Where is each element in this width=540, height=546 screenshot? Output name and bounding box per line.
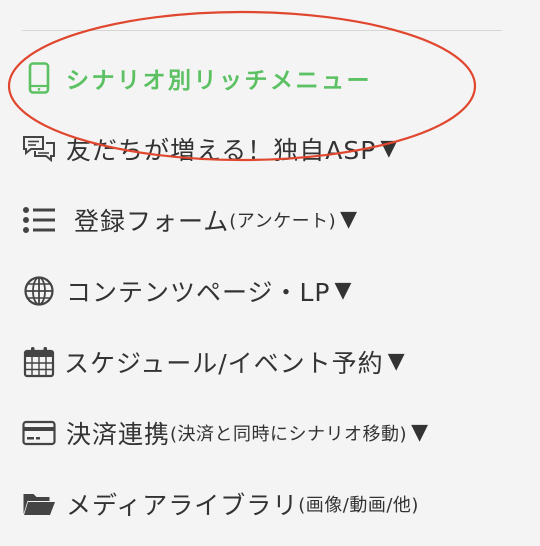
menu-item-label: 登録フォーム xyxy=(74,206,230,236)
chat-bubbles-icon xyxy=(22,132,56,166)
list-icon xyxy=(22,203,56,237)
menu-item-label: メディアライブラリ xyxy=(66,490,299,520)
menu-item-payment-integration[interactable]: 決済連携 (決済と同時にシナリオ移動) ▼ xyxy=(0,397,540,468)
menu-item-label: 友だちが増える！独自ASP xyxy=(66,135,377,165)
menu-item-label: 決済連携 xyxy=(66,419,171,449)
menu-item-unique-asp[interactable]: 友だちが増える！独自ASP ▼ xyxy=(0,113,540,184)
calendar-icon xyxy=(22,345,56,379)
folder-icon xyxy=(22,487,56,521)
menu-item-media-library[interactable]: メディアライブラリ (画像/動画/他) xyxy=(0,468,540,539)
smartphone-icon xyxy=(22,61,56,95)
menu-item-scenario-rich-menu[interactable]: シナリオ別リッチメニュー xyxy=(0,42,540,113)
expand-arrow-icon: ▼ xyxy=(411,420,428,445)
menu-item-label: コンテンツページ・LP xyxy=(66,277,331,307)
menu-item-schedule-booking[interactable]: スケジュール/イベント予約 ▼ xyxy=(0,326,540,397)
menu-item-sublabel: (決済と同時にシナリオ移動) xyxy=(170,423,408,445)
expand-arrow-icon: ▼ xyxy=(380,136,398,161)
credit-card-icon xyxy=(22,416,56,450)
menu-item-label: スケジュール/イベント予約 xyxy=(64,348,384,378)
menu-item-registration-form[interactable]: 登録フォーム (アンケート) ▼ xyxy=(0,184,540,255)
menu-item-sublabel: (画像/動画/他) xyxy=(298,494,419,516)
sidebar-menu: シナリオ別リッチメニュー 友だちが増える！独自ASP ▼ 登録フォーム (アンケ… xyxy=(0,42,540,539)
expand-arrow-icon: ▼ xyxy=(340,207,358,232)
expand-arrow-icon: ▼ xyxy=(334,278,352,303)
menu-item-label: シナリオ別リッチメニュー xyxy=(66,67,372,94)
globe-icon xyxy=(22,274,56,308)
menu-item-content-page[interactable]: コンテンツページ・LP ▼ xyxy=(0,255,540,326)
top-divider xyxy=(22,30,502,31)
menu-item-sublabel: (アンケート) xyxy=(229,210,337,232)
expand-arrow-icon: ▼ xyxy=(387,349,405,374)
